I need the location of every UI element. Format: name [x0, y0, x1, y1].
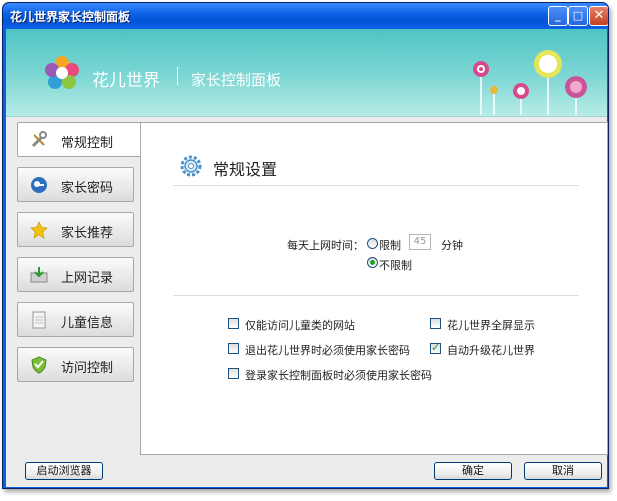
- brand-name: 花儿世界: [92, 71, 160, 91]
- banner-divider: [177, 67, 178, 85]
- minutes-input[interactable]: 45: [409, 234, 431, 250]
- key-icon: [31, 177, 47, 193]
- settings-panel: 常规设置 每天上网时间： 限制 45 分钟 不限制 仅能访问儿童类的网站 花儿世…: [140, 122, 608, 455]
- tools-icon: [31, 131, 47, 148]
- cancel-button[interactable]: 取消: [524, 462, 602, 480]
- kids-sites-only-label[interactable]: 仅能访问儿童类的网站: [245, 317, 355, 333]
- auto-update-label[interactable]: 自动升级花儿世界: [447, 342, 535, 358]
- maximize-button[interactable]: □: [568, 6, 588, 26]
- minimize-button[interactable]: _: [548, 6, 568, 26]
- close-button[interactable]: ✕: [589, 6, 608, 26]
- sidebar-item-label: 家长推荐: [61, 226, 114, 241]
- sidebar-item-child-info[interactable]: 儿童信息: [17, 302, 134, 337]
- sidebar-item-parent-recommend[interactable]: 家长推荐: [17, 212, 134, 247]
- star-icon: [30, 221, 48, 239]
- title-bar[interactable]: 花儿世界家长控制面板 _ □ ✕: [3, 3, 608, 29]
- unlimited-radio[interactable]: [367, 257, 378, 268]
- sidebar: 常规控制 家长密码 家长推荐 上网记录 儿童信息 访问控制: [17, 122, 141, 472]
- gear-icon: [180, 155, 202, 177]
- options-divider: [173, 295, 579, 296]
- sidebar-item-general-control[interactable]: 常规控制: [17, 122, 141, 157]
- client-area: 花儿世界 家长控制面板 常规控制 家长密码 家长推荐 上网记录 儿童信息 访问控…: [6, 29, 608, 487]
- header-banner: 花儿世界 家长控制面板: [6, 29, 607, 117]
- sidebar-item-label: 常规控制: [61, 136, 114, 151]
- sidebar-item-label: 访问控制: [61, 361, 114, 376]
- login-password-checkbox[interactable]: [228, 368, 239, 379]
- shield-icon: [31, 356, 47, 374]
- document-icon: [32, 311, 46, 329]
- flower-logo-icon: [45, 56, 79, 89]
- kids-sites-only-checkbox[interactable]: [228, 318, 239, 329]
- sidebar-item-access-control[interactable]: 访问控制: [17, 347, 134, 382]
- limit-radio[interactable]: [367, 238, 378, 249]
- auto-update-checkbox[interactable]: [430, 341, 441, 354]
- limit-radio-label[interactable]: 限制: [379, 237, 401, 253]
- window-title: 花儿世界家长控制面板: [10, 10, 131, 24]
- section-divider: [173, 185, 579, 186]
- sidebar-item-label: 儿童信息: [61, 316, 114, 331]
- ok-button[interactable]: 确定: [434, 462, 512, 480]
- main-window: 花儿世界家长控制面板 _ □ ✕ 花儿世界 家长控制面板 常规控制 家长密码 家…: [2, 2, 609, 489]
- daily-time-label: 每天上网时间：: [287, 239, 364, 252]
- sidebar-item-label: 上网记录: [61, 271, 114, 286]
- banner-subtitle: 家长控制面板: [191, 71, 282, 89]
- launch-browser-button[interactable]: 启动浏览器: [25, 462, 103, 480]
- unlimited-radio-label[interactable]: 不限制: [379, 257, 412, 273]
- fullscreen-label[interactable]: 花儿世界全屏显示: [447, 317, 535, 333]
- fullscreen-checkbox[interactable]: [430, 318, 441, 329]
- minutes-unit-label: 分钟: [441, 239, 463, 252]
- exit-password-label[interactable]: 退出花儿世界时必须使用家长密码: [245, 342, 410, 358]
- flowers-decoration-icon: [473, 50, 587, 115]
- sidebar-item-label: 家长密码: [61, 181, 114, 196]
- exit-password-checkbox[interactable]: [228, 343, 239, 354]
- sidebar-item-browsing-history[interactable]: 上网记录: [17, 257, 134, 292]
- inbox-icon: [30, 267, 48, 283]
- section-title: 常规设置: [213, 160, 278, 179]
- sidebar-item-parent-password[interactable]: 家长密码: [17, 167, 134, 202]
- login-password-label[interactable]: 登录家长控制面板时必须使用家长密码: [245, 367, 432, 383]
